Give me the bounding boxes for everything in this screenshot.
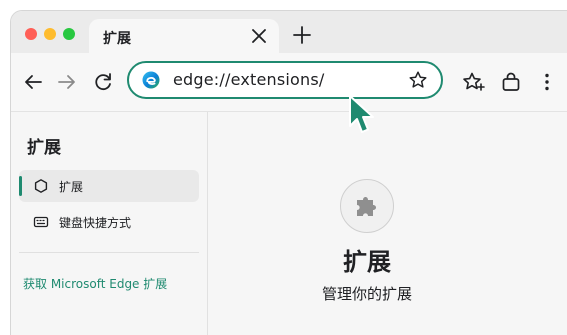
mouse-cursor-icon — [349, 95, 374, 133]
sidebar-item-keyboard-shortcuts[interactable]: 键盘快捷方式 — [19, 206, 199, 238]
refresh-icon[interactable] — [91, 70, 115, 94]
shopping-bag-icon[interactable] — [499, 70, 523, 94]
favorites-icon[interactable] — [461, 70, 485, 94]
tab-title: 扩展 — [103, 31, 131, 47]
sidebar-item-label: 扩展 — [59, 180, 84, 194]
keyboard-icon — [33, 216, 49, 228]
back-icon[interactable] — [21, 70, 45, 94]
sidebar-title: 扩展 — [27, 138, 61, 158]
page-subtitle: 管理你的扩展 — [321, 285, 412, 303]
minimize-window-button[interactable] — [44, 28, 56, 40]
sidebar-item-extensions[interactable]: 扩展 — [19, 170, 199, 202]
extension-icon — [34, 179, 48, 193]
get-extensions-link[interactable]: 获取 Microsoft Edge 扩展 — [23, 275, 167, 292]
close-window-button[interactable] — [25, 28, 37, 40]
toolbar: edge://extensions/ — [11, 53, 567, 112]
tab-extensions[interactable]: 扩展 — [89, 19, 279, 53]
browser-window: 扩展 edge://extensions/ 扩展 扩展 键盘快捷方式 获取 Mi… — [10, 10, 567, 335]
new-tab-icon[interactable] — [291, 24, 313, 46]
address-bar[interactable]: edge://extensions/ — [127, 61, 443, 99]
sidebar-item-label: 键盘快捷方式 — [59, 216, 132, 230]
page-title: 扩展 — [343, 248, 391, 276]
favorite-star-icon[interactable] — [407, 69, 429, 91]
close-tab-icon[interactable] — [247, 24, 271, 48]
edge-logo-icon — [142, 71, 160, 89]
sidebar: 扩展 扩展 键盘快捷方式 获取 Microsoft Edge 扩展 — [11, 112, 208, 335]
url-text: edge://extensions/ — [173, 70, 325, 89]
puzzle-piece-icon — [357, 197, 376, 216]
puzzle-badge — [340, 179, 394, 233]
tab-strip: 扩展 — [11, 11, 567, 53]
forward-icon[interactable] — [55, 70, 79, 94]
maximize-window-button[interactable] — [63, 28, 75, 40]
sidebar-divider — [19, 252, 199, 253]
extensions-page: 扩展 扩展 键盘快捷方式 获取 Microsoft Edge 扩展 扩展 管理你… — [11, 112, 567, 335]
active-indicator — [19, 176, 22, 196]
main-panel: 扩展 管理你的扩展 — [208, 112, 567, 335]
more-menu-icon[interactable] — [535, 70, 559, 94]
